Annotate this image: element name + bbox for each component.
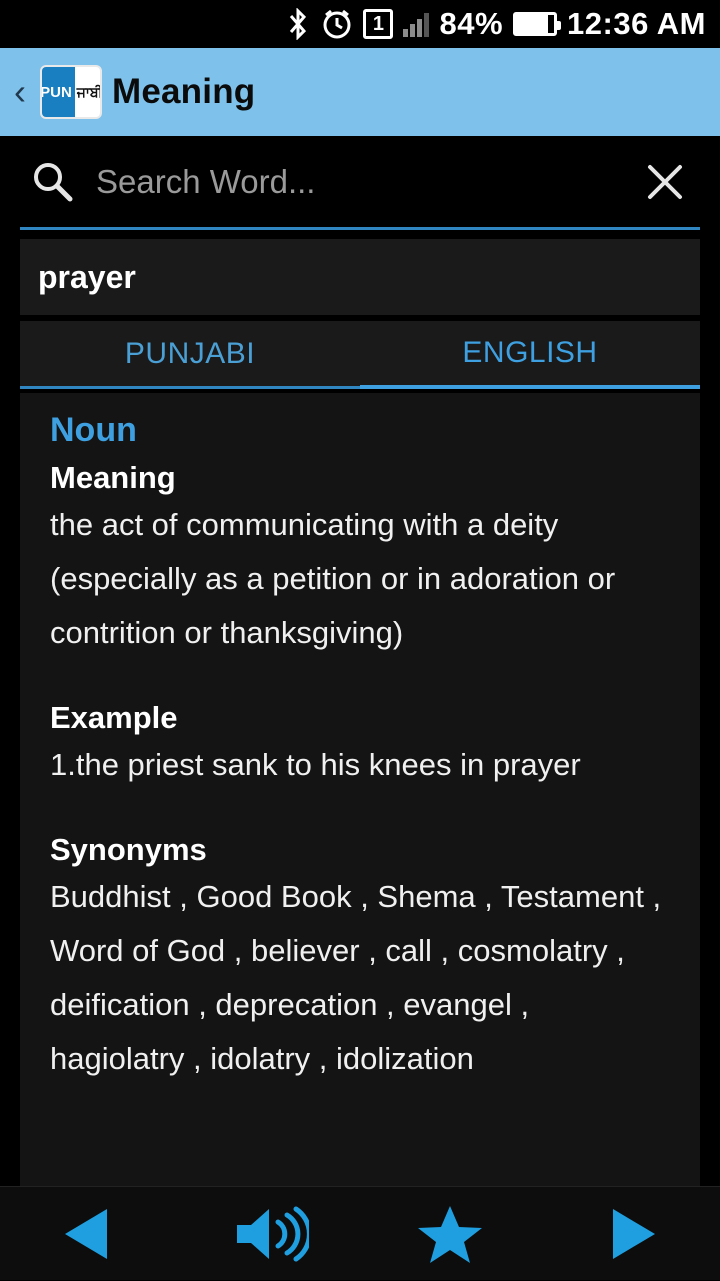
previous-triangle-icon: [55, 1205, 125, 1263]
star-icon: [417, 1203, 483, 1265]
battery-percent-label: 84%: [439, 6, 503, 42]
current-word-strip: prayer: [20, 239, 700, 315]
example-heading: Example: [50, 700, 670, 736]
speaker-volume-icon: [231, 1204, 309, 1264]
example-text: 1.the priest sank to his knees in prayer: [50, 738, 670, 792]
bottom-toolbar: [0, 1186, 720, 1280]
synonyms-block: Synonyms Buddhist , Good Book , Shema , …: [50, 832, 670, 1086]
definition-panel[interactable]: Noun Meaning the act of communicating wi…: [20, 393, 700, 1203]
tab-english[interactable]: ENGLISH: [360, 321, 700, 389]
search-section: [0, 136, 720, 230]
language-tabs: PUNJABI ENGLISH: [20, 321, 700, 389]
tab-punjabi[interactable]: PUNJABI: [20, 321, 360, 386]
status-clock: 12:36 AM: [567, 6, 706, 42]
next-button[interactable]: [550, 1187, 710, 1281]
app-bar: ‹ PUN ਜਾਬੀ Meaning: [0, 48, 720, 136]
signal-bars-icon: [403, 11, 429, 37]
back-button[interactable]: ‹: [10, 74, 30, 110]
search-bar[interactable]: [20, 136, 700, 230]
close-icon[interactable]: [630, 159, 700, 205]
search-input[interactable]: [84, 163, 630, 201]
example-block: Example 1.the priest sank to his knees i…: [50, 700, 670, 792]
page-title: Meaning: [112, 72, 255, 112]
status-bar: 1 84% 12:36 AM: [0, 0, 720, 48]
part-of-speech: Noun: [50, 411, 670, 450]
sim-card-icon: 1: [363, 9, 393, 39]
synonyms-heading: Synonyms: [50, 832, 670, 868]
app-logo-left-text: PUN: [40, 67, 75, 117]
search-icon: [20, 158, 84, 206]
meaning-text: the act of communicating with a deity (e…: [50, 498, 670, 660]
current-word: prayer: [38, 259, 136, 296]
previous-button[interactable]: [10, 1187, 170, 1281]
favorite-button[interactable]: [370, 1187, 530, 1281]
app-logo: PUN ਜਾਬੀ: [40, 65, 102, 119]
speaker-button[interactable]: [190, 1187, 350, 1281]
alarm-icon: [321, 8, 353, 40]
bluetooth-icon: [285, 8, 311, 40]
next-triangle-icon: [595, 1205, 665, 1263]
battery-icon: [513, 12, 557, 36]
synonyms-text: Buddhist , Good Book , Shema , Testament…: [50, 870, 670, 1086]
meaning-block: Meaning the act of communicating with a …: [50, 460, 670, 660]
app-logo-right-text: ਜਾਬੀ: [75, 67, 102, 117]
meaning-heading: Meaning: [50, 460, 670, 496]
